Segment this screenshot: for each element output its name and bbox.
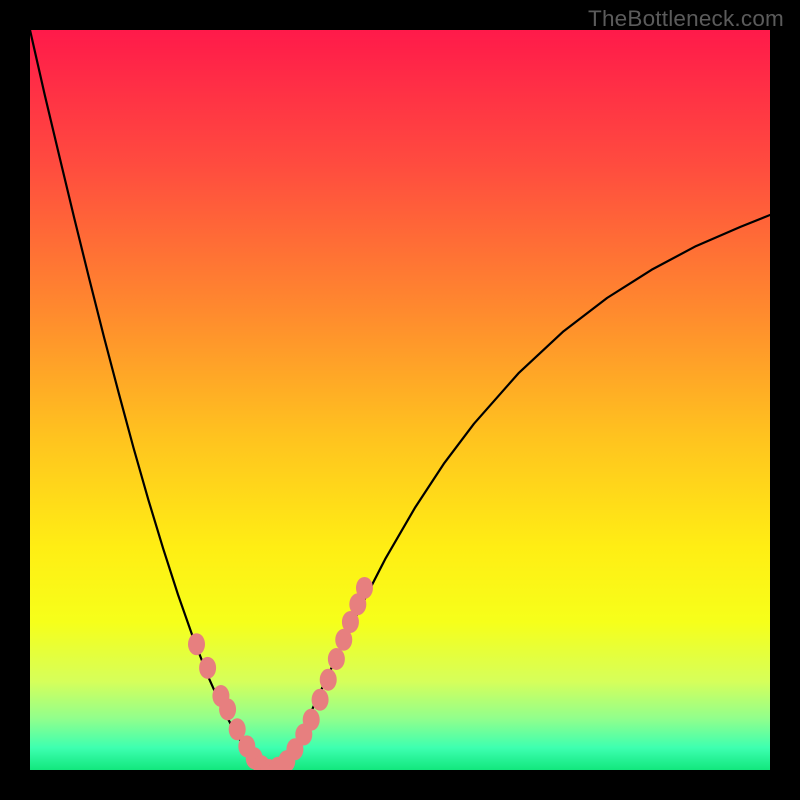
data-marker — [320, 669, 337, 691]
data-marker — [303, 709, 320, 731]
data-marker — [219, 698, 236, 720]
data-marker — [328, 648, 345, 670]
watermark-text: TheBottleneck.com — [588, 6, 784, 32]
curve-layer — [30, 30, 770, 770]
data-marker — [312, 689, 329, 711]
plot-area — [30, 30, 770, 770]
chart-frame: TheBottleneck.com — [0, 0, 800, 800]
data-marker — [188, 633, 205, 655]
data-marker — [356, 577, 373, 599]
data-marker — [199, 657, 216, 679]
